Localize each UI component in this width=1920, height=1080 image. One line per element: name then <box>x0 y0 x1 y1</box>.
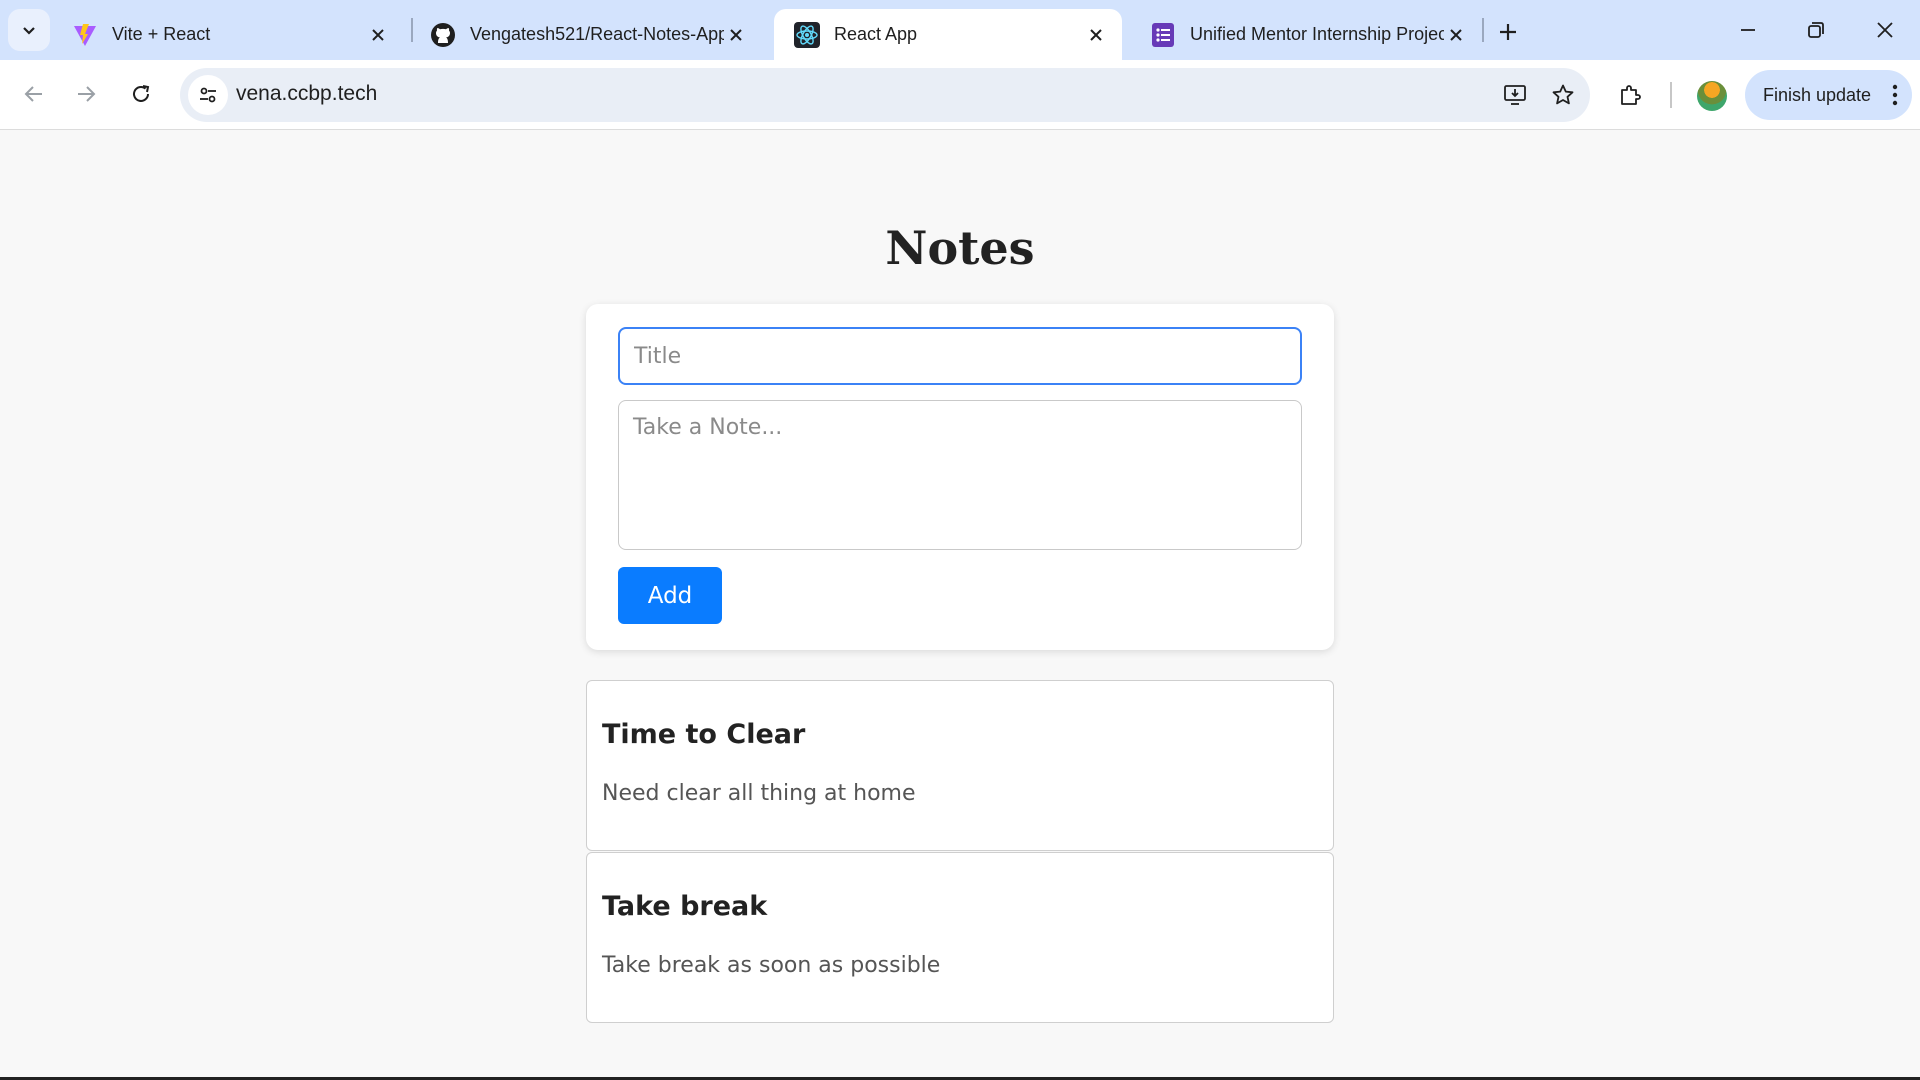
reload-icon <box>133 85 150 102</box>
finish-update-label: Finish update <box>1763 84 1872 105</box>
url-text[interactable]: vena.ccbp.tech <box>236 82 377 106</box>
react-icon <box>794 21 820 48</box>
reload-button[interactable] <box>121 74 161 114</box>
close-tab-icon[interactable] <box>1444 23 1468 47</box>
page-content: Notes Add Time to Clear Need clear all t… <box>0 131 1920 1080</box>
note-content: Need clear all thing at home <box>602 781 916 806</box>
close-icon <box>1877 22 1893 38</box>
tab-title: React App <box>834 24 918 44</box>
note-content: Take break as soon as possible <box>602 953 941 978</box>
new-tab-button[interactable] <box>1490 14 1526 50</box>
star-icon <box>1552 84 1574 105</box>
github-icon <box>431 22 455 47</box>
bookmark-button[interactable] <box>1545 77 1581 113</box>
tab-divider <box>1482 18 1484 42</box>
puzzle-icon <box>1621 85 1641 105</box>
add-button[interactable]: Add <box>618 567 722 624</box>
toolbar-divider <box>1670 82 1672 108</box>
tab-unified-mentor[interactable]: Unified Mentor Internship Project <box>1130 9 1482 60</box>
forward-button[interactable] <box>66 74 106 114</box>
close-window-button[interactable] <box>1857 8 1913 52</box>
tab-github[interactable]: Vengatesh521/React-Notes-App <box>410 9 762 60</box>
note-form: Add <box>586 304 1334 650</box>
finish-update-button[interactable]: Finish update <box>1745 70 1912 120</box>
restore-button[interactable] <box>1788 8 1844 52</box>
more-vert-icon <box>1892 84 1898 106</box>
title-input[interactable] <box>618 327 1302 385</box>
tab-search-button[interactable] <box>8 9 50 51</box>
tab-vite-react[interactable]: Vite + React <box>52 9 404 60</box>
forms-icon <box>1152 22 1174 47</box>
minimize-button[interactable] <box>1720 8 1776 52</box>
note-card: Time to Clear Need clear all thing at ho… <box>586 680 1334 851</box>
tab-title: Unified Mentor Internship Project <box>1190 24 1444 44</box>
arrow-right-icon <box>78 86 96 102</box>
minimize-icon <box>1741 29 1755 31</box>
plus-icon <box>1500 24 1516 40</box>
note-title: Take break <box>602 891 768 922</box>
chevron-down-icon <box>23 27 35 35</box>
extensions-button[interactable] <box>1612 77 1648 113</box>
back-button[interactable] <box>14 74 54 114</box>
browser-toolbar: vena.ccbp.tech Finish update <box>0 60 1920 130</box>
install-icon <box>1504 85 1526 105</box>
tab-title: Vite + React <box>112 24 211 44</box>
close-tab-icon[interactable] <box>1084 23 1108 47</box>
note-card: Take break Take break as soon as possibl… <box>586 852 1334 1023</box>
page-title: Notes <box>885 221 1035 275</box>
tune-icon <box>200 87 216 103</box>
note-input[interactable] <box>618 400 1302 550</box>
profile-avatar[interactable] <box>1697 81 1727 111</box>
note-title: Time to Clear <box>602 719 806 750</box>
address-bar[interactable]: vena.ccbp.tech <box>180 68 1590 122</box>
tab-strip: Vite + React Vengatesh521/React-Notes-Ap… <box>0 0 1920 60</box>
restore-icon <box>1808 22 1824 38</box>
install-app-button[interactable] <box>1497 77 1533 113</box>
arrow-left-icon <box>24 86 42 102</box>
close-tab-icon[interactable] <box>366 23 390 47</box>
close-tab-icon[interactable] <box>724 23 748 47</box>
site-info-button[interactable] <box>188 75 228 115</box>
tab-react-app[interactable]: React App <box>774 9 1122 60</box>
tab-title: Vengatesh521/React-Notes-App <box>470 24 724 44</box>
vite-icon <box>74 23 96 46</box>
